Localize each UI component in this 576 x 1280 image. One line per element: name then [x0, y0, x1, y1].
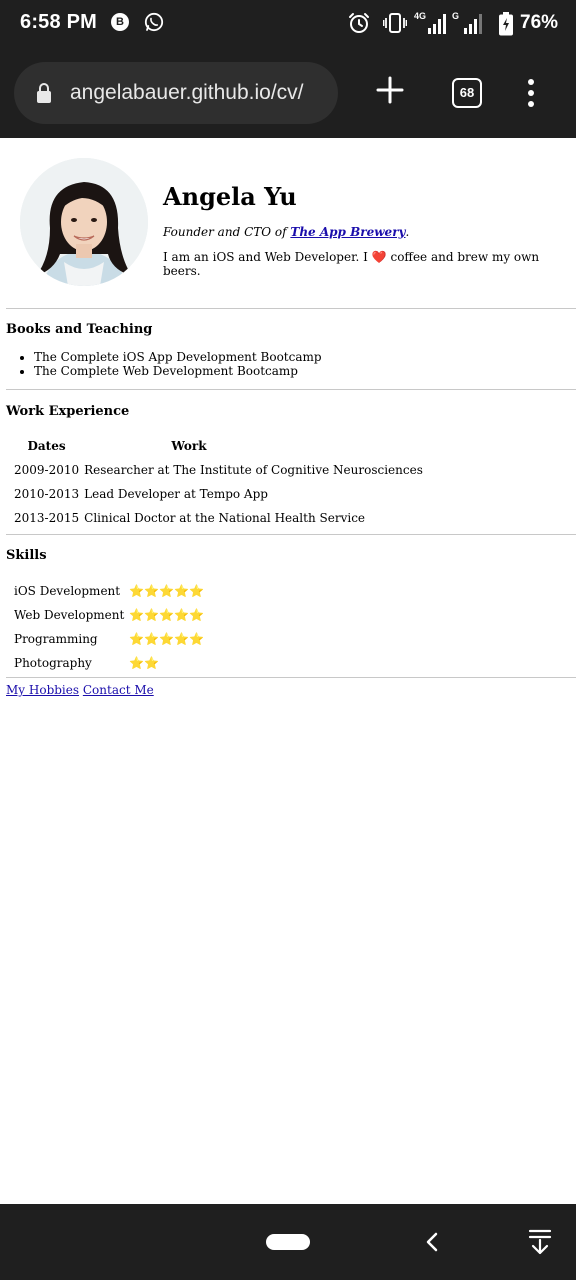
scroll-down-icon[interactable] — [528, 1228, 552, 1256]
skill-name: iOS Development — [14, 584, 121, 598]
profile-bio: I am an iOS and Web Developer. I ❤️ coff… — [163, 250, 576, 278]
company-link[interactable]: The App Brewery — [290, 225, 405, 239]
skill-stars: ⭐⭐⭐⭐⭐ — [129, 584, 205, 598]
divider — [6, 534, 576, 535]
network-label: 4G — [414, 11, 426, 21]
profile-name: Angela Yu — [163, 182, 297, 211]
list-item: The Complete Web Development Bootcamp — [34, 364, 322, 378]
work-section-title: Work Experience — [6, 404, 130, 419]
list-item: The Complete iOS App Development Bootcam… — [34, 350, 322, 364]
status-time: 6:58 PM — [20, 11, 97, 33]
network-label-2: G — [452, 11, 459, 21]
table-row: Photography ⭐⭐ — [13, 651, 205, 675]
bio-prefix: I am an iOS and Web Developer. I — [163, 250, 372, 264]
tab-switcher-button[interactable]: 68 — [452, 78, 482, 108]
work-description: Lead Developer at Tempo App — [84, 487, 268, 501]
hobbies-link[interactable]: My Hobbies — [6, 683, 79, 697]
url-text[interactable]: angelabauer.github.io/cv/ — [70, 81, 304, 105]
skill-stars: ⭐⭐⭐⭐⭐ — [129, 608, 205, 622]
table-header-work: Work — [171, 439, 207, 453]
work-dates: 2010-2013 — [14, 487, 80, 501]
browser-toolbar: angelabauer.github.io/cv/ 68 — [0, 48, 576, 138]
table-header-dates: Dates — [27, 439, 66, 453]
work-dates: 2013-2015 — [14, 511, 80, 525]
b-app-icon: B — [111, 13, 129, 31]
table-row: Programming ⭐⭐⭐⭐⭐ — [13, 627, 205, 651]
table-header-row: Dates Work — [13, 434, 424, 458]
work-dates: 2009-2010 — [14, 463, 80, 477]
home-button[interactable] — [266, 1234, 310, 1250]
vibrate-icon — [383, 13, 407, 33]
heart-icon: ❤️ — [371, 250, 387, 264]
profile-photo — [20, 158, 148, 286]
status-bar: 6:58 PM B 4G G 76% — [0, 0, 576, 48]
web-page: Angela Yu Founder and CTO of The App Bre… — [0, 138, 576, 1204]
table-row: 2009-2010 Researcher at The Institute of… — [13, 458, 424, 482]
work-description: Researcher at The Institute of Cognitive… — [84, 463, 423, 477]
divider — [6, 677, 576, 678]
tab-count: 68 — [459, 85, 475, 100]
profile-role: Founder and CTO of The App Brewery. — [163, 225, 409, 239]
lock-icon[interactable] — [36, 82, 52, 104]
signal-icon: 4G — [414, 11, 446, 34]
new-tab-button[interactable] — [374, 74, 406, 106]
skill-name: Web Development — [14, 608, 125, 622]
skills-section-title: Skills — [6, 548, 47, 563]
table-row: 2013-2015 Clinical Doctor at the Nationa… — [13, 506, 424, 530]
table-row: 2010-2013 Lead Developer at Tempo App — [13, 482, 424, 506]
url-bar[interactable]: angelabauer.github.io/cv/ — [14, 62, 338, 124]
footer-links: My Hobbies Contact Me — [6, 683, 154, 697]
back-icon[interactable] — [422, 1230, 442, 1254]
alarm-icon — [349, 13, 369, 33]
skill-stars: ⭐⭐ — [129, 656, 160, 670]
system-navigation-bar — [0, 1204, 576, 1280]
battery-icon — [499, 12, 513, 36]
table-row: iOS Development ⭐⭐⭐⭐⭐ — [13, 579, 205, 603]
work-description: Clinical Doctor at the National Health S… — [84, 511, 366, 525]
divider — [6, 308, 576, 309]
divider — [6, 389, 576, 390]
skills-table: iOS Development ⭐⭐⭐⭐⭐ Web Development ⭐⭐… — [10, 579, 208, 675]
table-row: Web Development ⭐⭐⭐⭐⭐ — [13, 603, 205, 627]
contact-link[interactable]: Contact Me — [83, 683, 154, 697]
battery-percentage: 76% — [520, 12, 559, 33]
skill-name: Photography — [14, 656, 92, 670]
role-prefix: Founder and CTO of — [163, 225, 291, 239]
skill-stars: ⭐⭐⭐⭐⭐ — [129, 632, 205, 646]
skill-name: Programming — [14, 632, 98, 646]
whatsapp-icon — [144, 12, 164, 32]
books-list: The Complete iOS App Development Bootcam… — [22, 350, 322, 378]
work-table: Dates Work 2009-2010 Researcher at The I… — [10, 434, 427, 530]
role-suffix: . — [405, 225, 410, 239]
books-section-title: Books and Teaching — [6, 322, 153, 337]
more-menu-icon[interactable] — [524, 78, 538, 108]
signal-icon-secondary: G — [452, 11, 482, 34]
